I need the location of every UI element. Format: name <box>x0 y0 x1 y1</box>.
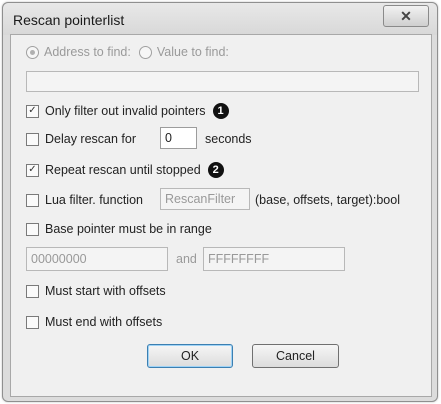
only-filter-checkbox[interactable]: ✓ <box>26 104 39 118</box>
range-and-label: and <box>176 252 197 266</box>
close-button[interactable]: ✕ <box>383 5 429 27</box>
value-radio-label: Value to find: <box>156 45 229 59</box>
find-mode-row: Address to find: Value to find: <box>26 45 229 59</box>
delay-row: Delay rescan for <box>26 132 136 146</box>
close-icon: ✕ <box>400 7 412 24</box>
address-radio[interactable] <box>26 45 39 59</box>
lua-row: Lua filter. function <box>26 193 143 207</box>
callout-badge-2: 2 <box>207 162 224 178</box>
start-offsets-label: Must start with offsets <box>45 284 166 298</box>
address-radio-label: Address to find: <box>44 45 131 59</box>
range-from-input[interactable]: 00000000 <box>26 247 168 271</box>
lua-label: Lua filter. function <box>45 193 143 207</box>
lua-checkbox[interactable] <box>26 193 39 207</box>
only-filter-label: Only filter out invalid pointers <box>45 104 206 118</box>
end-offsets-checkbox[interactable] <box>26 315 39 329</box>
delay-label: Delay rescan for <box>45 132 137 146</box>
rescan-dialog: Rescan pointerlist ✕ Address to find: Va… <box>2 2 438 402</box>
radio-dot-icon <box>30 49 35 55</box>
cancel-button[interactable]: Cancel <box>252 344 339 368</box>
callout-badge-1: 1 <box>212 103 229 119</box>
range-checkbox[interactable] <box>26 222 39 236</box>
delay-seconds-input[interactable]: 0 <box>160 127 197 149</box>
start-offsets-row: Must start with offsets <box>26 284 166 298</box>
range-label: Base pointer must be in range <box>45 222 212 236</box>
range-to-input[interactable]: FFFFFFFF <box>203 247 345 271</box>
end-offsets-row: Must end with offsets <box>26 315 162 329</box>
title-bar: Rescan pointerlist ✕ <box>3 3 437 35</box>
address-input[interactable] <box>26 71 419 92</box>
window-title: Rescan pointerlist <box>13 12 125 28</box>
ok-button[interactable]: OK <box>147 344 233 368</box>
delay-unit-label: seconds <box>205 132 252 146</box>
lua-function-input[interactable]: RescanFilter <box>160 188 250 210</box>
delay-checkbox[interactable] <box>26 132 39 146</box>
range-row: Base pointer must be in range <box>26 222 212 236</box>
dialog-body: Address to find: Value to find: ✓ Only f… <box>10 34 432 397</box>
lua-signature-label: (base, offsets, target):bool <box>255 193 400 207</box>
repeat-checkbox[interactable]: ✓ <box>26 163 39 177</box>
only-filter-row: ✓ Only filter out invalid pointers 1 <box>26 103 229 119</box>
repeat-row: ✓ Repeat rescan until stopped 2 <box>26 162 224 178</box>
start-offsets-checkbox[interactable] <box>26 284 39 298</box>
end-offsets-label: Must end with offsets <box>45 315 163 329</box>
repeat-label: Repeat rescan until stopped <box>45 163 201 177</box>
value-radio[interactable] <box>138 45 152 59</box>
